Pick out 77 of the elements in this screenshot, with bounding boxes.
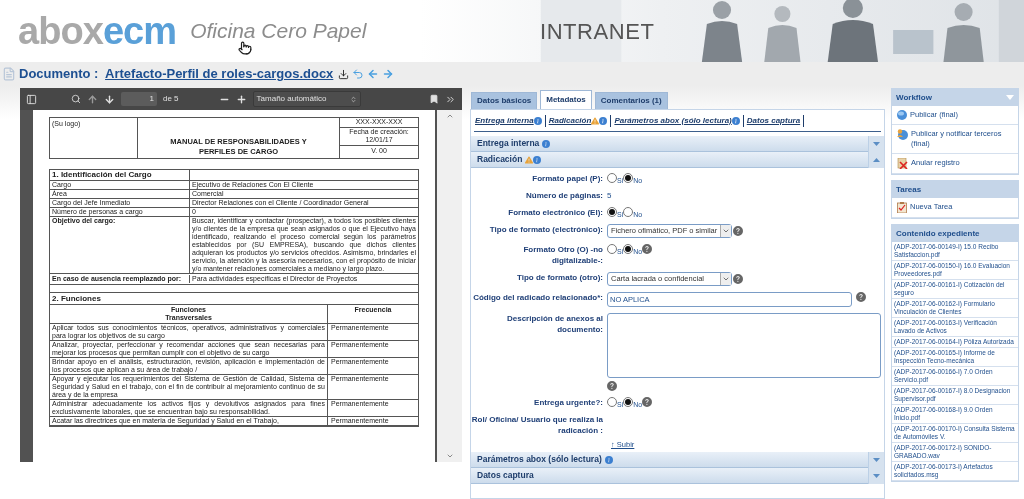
radio-button[interactable] xyxy=(623,397,634,407)
radio-button[interactable] xyxy=(623,244,634,254)
panel-title: Workflow xyxy=(896,91,933,104)
chevron-down-icon xyxy=(722,275,730,283)
section-heading: 2. Funciones xyxy=(52,294,101,303)
section-link[interactable]: Parámetros abox (sólo lectura) xyxy=(614,114,732,127)
section-title: Parámetros abox (sólo lectura) xyxy=(476,453,603,467)
field-label: Descripción de anexos al documento: xyxy=(505,313,604,335)
tagline: Oficina Cero Papel xyxy=(190,18,367,45)
accordion-header[interactable]: Entrega interna xyxy=(471,136,884,152)
help-icon[interactable] xyxy=(642,397,653,407)
zoom-select[interactable]: Tamaño automático xyxy=(252,91,361,107)
radio-button[interactable] xyxy=(623,207,634,217)
document-link[interactable]: Artefacto-Perfil de roles-cargos.docx xyxy=(105,64,334,84)
section-title: Radicación xyxy=(476,153,524,166)
triangle-up-icon xyxy=(873,157,880,162)
next-page-icon[interactable] xyxy=(104,93,115,105)
accordion-header[interactable]: Radicación xyxy=(471,152,884,168)
banner-title: INTRANET xyxy=(539,17,655,46)
section-link[interactable]: Datos captura xyxy=(746,114,801,127)
zoom-in-icon[interactable] xyxy=(235,93,247,105)
download-icon[interactable] xyxy=(338,68,350,80)
document-cross-icon xyxy=(897,158,908,169)
clipboard-icon xyxy=(897,202,907,213)
field-label: Rol/ Oficina/ Usuario que realiza la radicación : xyxy=(471,414,604,436)
tab[interactable]: Metadatos xyxy=(540,90,592,109)
scrollbar[interactable] xyxy=(437,110,462,462)
chevron-down-icon xyxy=(722,227,730,235)
field-label: Formato Otro (O) -no digitalizable-: xyxy=(522,244,604,266)
field-label: Código del radicado relacionado*: xyxy=(472,292,604,303)
field-label: Formato electrónico (El): xyxy=(507,207,604,218)
radio-button[interactable] xyxy=(607,207,617,217)
help-icon[interactable] xyxy=(642,244,653,254)
page-number-field[interactable]: 1 xyxy=(121,92,157,106)
search-icon[interactable] xyxy=(71,94,81,104)
field-label: Número de páginas: xyxy=(525,190,604,201)
section-title: Entrega interna xyxy=(476,137,541,150)
sidebar-toggle-icon[interactable] xyxy=(26,93,37,105)
field-label: Tipo de formato (electrónico): xyxy=(488,224,604,235)
section-title: Datos captura xyxy=(476,469,535,483)
previous-page-icon[interactable] xyxy=(87,93,98,105)
radio-button[interactable] xyxy=(607,244,617,254)
field-value: 5 xyxy=(607,190,613,201)
up-down-icon xyxy=(349,95,357,103)
document-label: Documento : xyxy=(19,65,100,84)
triangle-down-icon xyxy=(873,141,880,146)
page-total: de 5 xyxy=(163,93,179,105)
bookmark-icon[interactable] xyxy=(429,94,439,104)
panel-title: Tareas xyxy=(896,183,923,196)
accordion-header[interactable]: Parámetros abox (sólo lectura) xyxy=(471,452,884,469)
radio-button[interactable] xyxy=(607,397,617,407)
globe-person-icon xyxy=(897,129,908,140)
triangle-down-icon xyxy=(873,457,880,462)
field-label: Formato papel (P): xyxy=(531,173,604,184)
help-icon[interactable] xyxy=(733,274,743,284)
section-link[interactable]: Radicación xyxy=(548,114,592,127)
section-link[interactable]: Entrega interna xyxy=(475,114,534,127)
logo: aboxecm xyxy=(18,12,177,50)
radio-button[interactable] xyxy=(607,173,617,183)
tab[interactable]: Datos básicos xyxy=(471,92,538,109)
tab[interactable]: Comentarios (1) xyxy=(594,92,668,109)
help-icon[interactable] xyxy=(856,292,866,302)
radio-button[interactable] xyxy=(623,173,634,183)
scroll-down-icon[interactable] xyxy=(445,452,454,460)
scroll-up-icon[interactable] xyxy=(445,112,454,120)
accordion-header[interactable]: Datos captura xyxy=(471,468,884,485)
field-label: Tipo de formato (otro): xyxy=(515,272,604,283)
document-icon xyxy=(2,66,16,82)
help-icon[interactable] xyxy=(607,381,617,391)
text-area[interactable] xyxy=(607,313,881,378)
help-icon[interactable] xyxy=(733,226,743,236)
section-heading: 1. Identificación del Cargo xyxy=(50,170,190,180)
field-label: Entrega urgente?: xyxy=(533,397,604,408)
hand-cursor-icon xyxy=(238,40,252,56)
panel-title: Contenido expediente xyxy=(896,227,981,240)
globe-icon xyxy=(897,110,907,120)
triangle-down-icon xyxy=(873,473,880,478)
